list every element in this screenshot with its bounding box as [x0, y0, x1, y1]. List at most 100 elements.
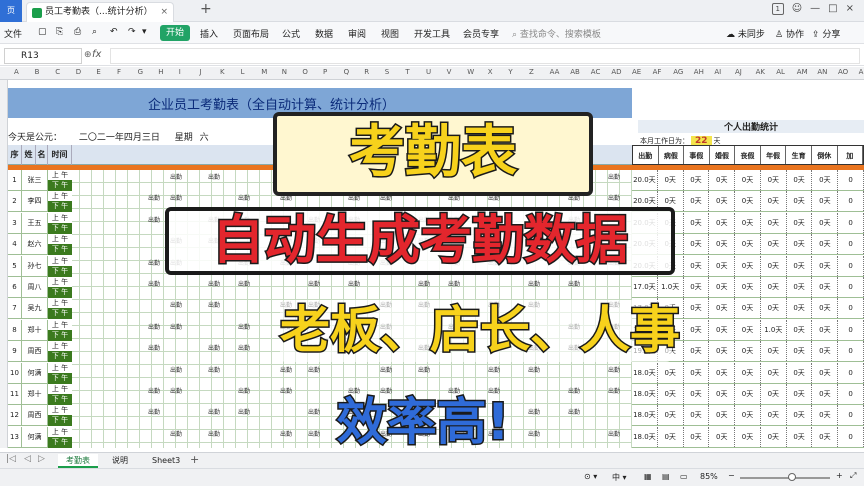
- attendance-cell[interactable]: 出勤: [238, 407, 250, 416]
- column-label[interactable]: AM: [797, 68, 808, 76]
- stats-cell[interactable]: 0天: [684, 319, 710, 340]
- stats-cell[interactable]: 0: [838, 255, 864, 276]
- table-row[interactable]: 10 何满上 午下 午: [8, 362, 72, 384]
- column-label[interactable]: P: [323, 68, 327, 76]
- attendance-cell[interactable]: 出勤: [568, 279, 580, 288]
- stats-cell[interactable]: 0天: [812, 255, 839, 276]
- table-row[interactable]: 1 张三上 午下 午: [8, 170, 72, 191]
- tab-dev-tools[interactable]: 开发工具: [414, 27, 450, 40]
- language-icon[interactable]: 中 ▾: [612, 472, 627, 483]
- stats-cell[interactable]: 0天: [709, 405, 736, 426]
- stats-cell[interactable]: 0天: [761, 426, 787, 447]
- stats-cell[interactable]: 0: [838, 170, 864, 190]
- attendance-cell[interactable]: 出勤: [308, 365, 320, 374]
- minimize-icon[interactable]: —: [810, 3, 820, 15]
- attendance-cell[interactable]: 出勤: [608, 429, 620, 438]
- stats-cell[interactable]: 0天: [761, 255, 787, 276]
- stats-cell[interactable]: 0天: [787, 362, 813, 383]
- share-button[interactable]: ⇪ 分享: [812, 27, 840, 40]
- attendance-cell[interactable]: 出勤: [528, 279, 540, 288]
- attendance-cell[interactable]: 出勤: [238, 193, 250, 202]
- attendance-cell[interactable]: 出勤: [528, 365, 540, 374]
- column-label[interactable]: AH: [694, 68, 704, 76]
- formula-input[interactable]: [110, 48, 860, 64]
- page-view-icon[interactable]: ▤: [662, 472, 670, 481]
- stats-cell[interactable]: 0天: [658, 170, 684, 190]
- attendance-cell[interactable]: 出勤: [148, 407, 160, 416]
- attendance-cell[interactable]: 出勤: [170, 172, 182, 181]
- name-box[interactable]: R13: [4, 48, 82, 64]
- attendance-cell[interactable]: 出勤: [148, 343, 160, 352]
- stats-cell[interactable]: 0天: [787, 341, 813, 362]
- stats-cell[interactable]: 0天: [709, 212, 736, 233]
- stats-cell[interactable]: 1.0天: [658, 277, 684, 297]
- table-row[interactable]: 11 郑十上 午下 午: [8, 384, 72, 405]
- collab-button[interactable]: ♙ 协作: [775, 27, 804, 40]
- employee-name[interactable]: 何满: [22, 426, 48, 448]
- new-tab-button[interactable]: +: [200, 1, 212, 17]
- stats-cell[interactable]: 0天: [709, 255, 736, 276]
- employee-name[interactable]: 吴九: [22, 298, 48, 320]
- tab-data[interactable]: 数据: [315, 27, 333, 40]
- stats-cell[interactable]: 0天: [684, 277, 710, 297]
- stats-cell[interactable]: 0天: [787, 298, 813, 319]
- attendance-cell[interactable]: 出勤: [148, 215, 160, 224]
- attendance-cell[interactable]: 出勤: [170, 193, 182, 202]
- view-mode-icon[interactable]: ⊙ ▾: [584, 472, 597, 481]
- column-label[interactable]: AA: [550, 68, 560, 76]
- stats-cell[interactable]: 1.0天: [761, 319, 787, 340]
- stats-cell[interactable]: 0天: [761, 362, 787, 383]
- stats-cell[interactable]: 0天: [787, 319, 813, 340]
- attendance-cell[interactable]: 出勤: [148, 193, 160, 202]
- page-count-badge[interactable]: 1: [771, 3, 784, 15]
- attendance-cell[interactable]: 出勤: [608, 193, 620, 202]
- avatar-icon[interactable]: ☺: [792, 3, 802, 15]
- unsynced-button[interactable]: ☁ 未同步: [726, 27, 765, 40]
- attendance-cell[interactable]: 出勤: [208, 343, 220, 352]
- column-label[interactable]: AE: [632, 68, 641, 76]
- menu-file[interactable]: 文件: [4, 27, 22, 40]
- attendance-cell[interactable]: 出勤: [608, 386, 620, 395]
- column-label[interactable]: AO: [838, 68, 848, 76]
- stats-cell[interactable]: 0天: [684, 234, 710, 255]
- column-label[interactable]: R: [364, 68, 369, 76]
- attendance-cell[interactable]: 出勤: [380, 365, 392, 374]
- table-row[interactable]: 3 王五上 午下 午: [8, 212, 72, 234]
- attendance-cell[interactable]: 出勤: [208, 407, 220, 416]
- stats-cell[interactable]: 0天: [787, 384, 813, 404]
- next-sheet-icon[interactable]: ▷: [38, 454, 45, 464]
- attendance-cell[interactable]: 出勤: [448, 279, 460, 288]
- read-view-icon[interactable]: ▭: [680, 472, 688, 481]
- column-label[interactable]: AC: [591, 68, 601, 76]
- attendance-cell[interactable]: 出勤: [280, 386, 292, 395]
- stats-cell[interactable]: 0: [838, 277, 864, 297]
- column-label[interactable]: K: [220, 68, 225, 76]
- attendance-cell[interactable]: 出勤: [528, 429, 540, 438]
- column-label[interactable]: W: [467, 68, 474, 76]
- attendance-cell[interactable]: 出勤: [238, 343, 250, 352]
- stats-cell[interactable]: 0: [838, 426, 864, 447]
- table-row[interactable]: 12 周西上 午下 午: [8, 405, 72, 427]
- attendance-cell[interactable]: 出勤: [170, 429, 182, 438]
- column-label[interactable]: AL: [776, 68, 785, 76]
- stats-cell[interactable]: 0天: [684, 362, 710, 383]
- stats-cell[interactable]: 0天: [709, 170, 736, 190]
- function-icon[interactable]: fx: [92, 49, 101, 60]
- stats-cell[interactable]: 0天: [684, 384, 710, 404]
- column-label[interactable]: A: [14, 68, 19, 76]
- stats-cell[interactable]: 0: [838, 234, 864, 255]
- column-label[interactable]: AJ: [735, 68, 742, 76]
- column-label[interactable]: N: [282, 68, 287, 76]
- column-label[interactable]: Z: [529, 68, 534, 76]
- tab-insert[interactable]: 插入: [200, 27, 218, 40]
- column-label[interactable]: H: [158, 68, 163, 76]
- stats-cell[interactable]: 0天: [735, 362, 761, 383]
- attendance-cell[interactable]: 出勤: [170, 365, 182, 374]
- column-label[interactable]: F: [117, 68, 121, 76]
- stats-cell[interactable]: 0天: [761, 341, 787, 362]
- column-label[interactable]: B: [35, 68, 40, 76]
- stats-cell[interactable]: 0天: [812, 170, 839, 190]
- stats-cell[interactable]: 0天: [735, 170, 761, 190]
- stats-cell[interactable]: 0天: [735, 234, 761, 255]
- stats-cell[interactable]: 0天: [761, 170, 787, 190]
